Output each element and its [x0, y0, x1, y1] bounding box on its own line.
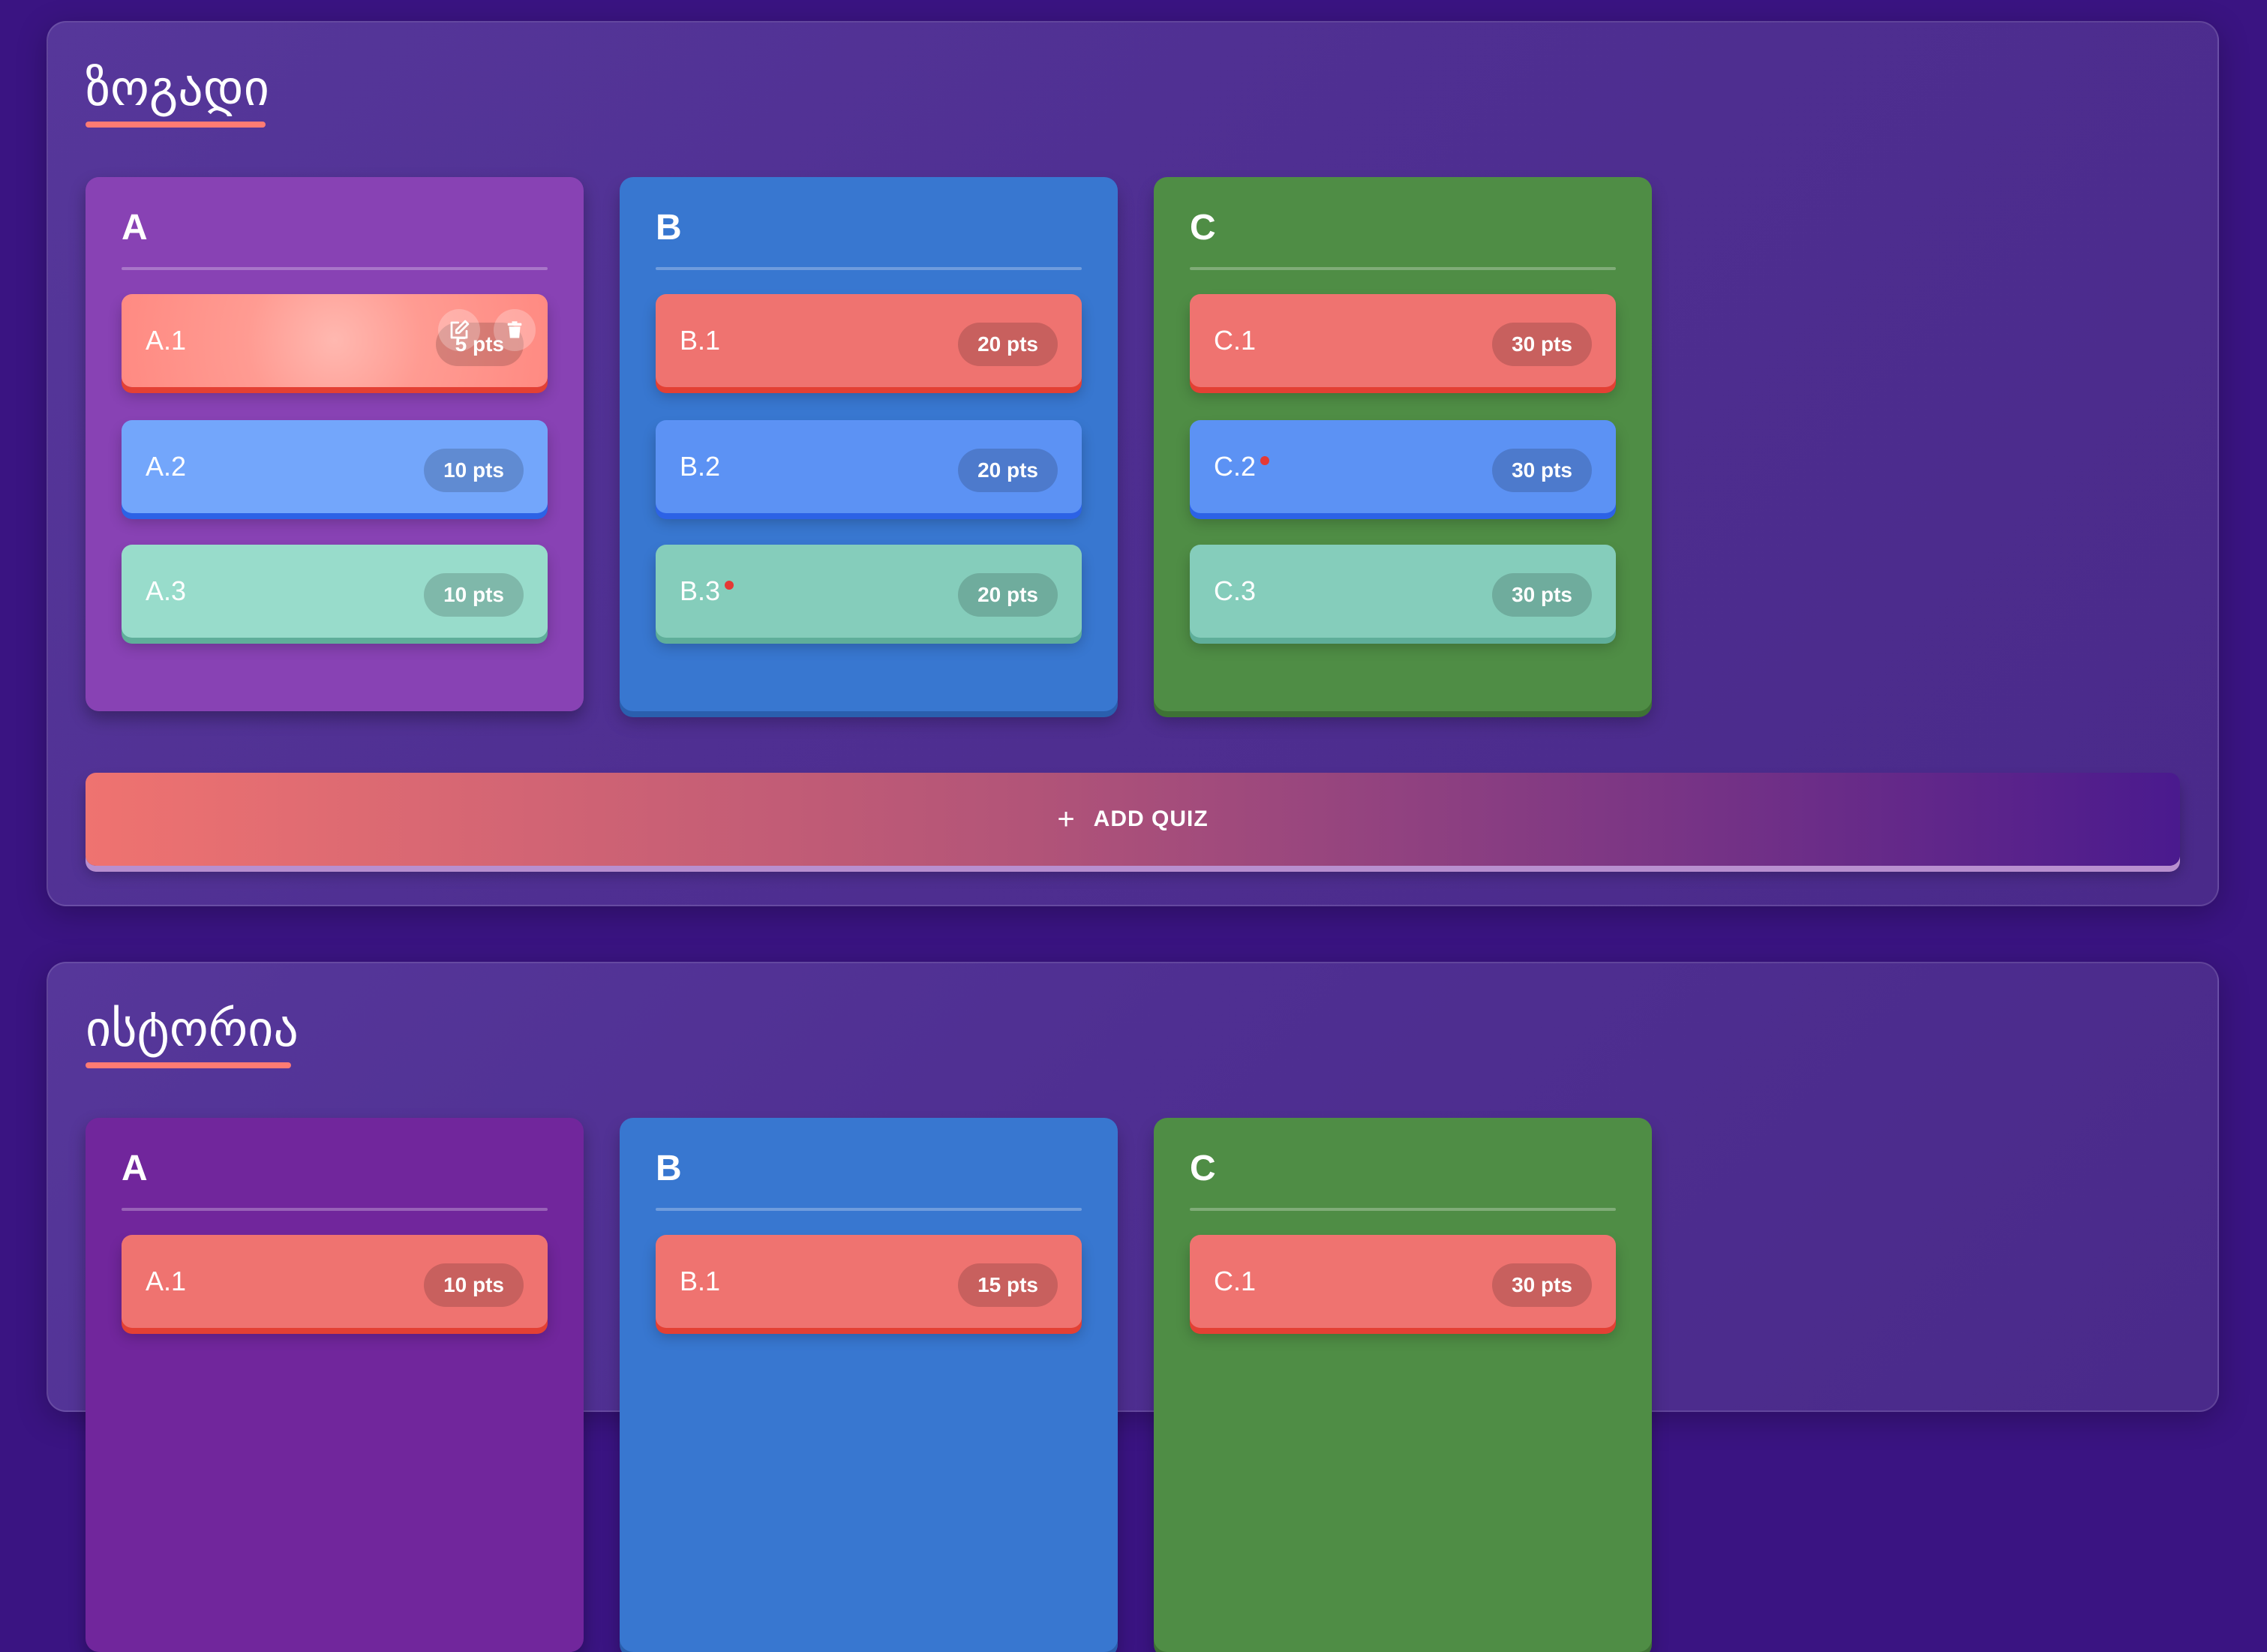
quiz-label: A.1	[146, 1266, 187, 1296]
column-title: A	[122, 1149, 148, 1188]
delete-button[interactable]	[494, 309, 536, 351]
quiz-card[interactable]: B.2 20 pts	[656, 420, 1082, 513]
quiz-label: C.2	[1214, 451, 1257, 482]
trash-icon	[507, 321, 522, 338]
section-title: ზოგადი	[86, 59, 269, 117]
quiz-label: A.3	[146, 575, 187, 606]
quiz-label: C.3	[1214, 575, 1257, 606]
column-title: C	[1190, 208, 1216, 248]
quiz-label-wrap: B.3	[680, 545, 734, 638]
quiz-label: C.1	[1214, 1266, 1257, 1296]
column-divider	[656, 267, 1082, 270]
quiz-card[interactable]: B.1 15 pts	[656, 1235, 1082, 1328]
column-divider	[1190, 1208, 1616, 1211]
column-b: B B.1 15 pts	[620, 1118, 1118, 1652]
column-title: C	[1190, 1149, 1216, 1188]
column-title: A	[122, 208, 148, 248]
column-c: C C.1 30 pts	[1154, 1118, 1652, 1652]
plus-icon: +	[1057, 802, 1076, 836]
points-badge: 15 pts	[958, 1263, 1058, 1307]
column-c: C C.1 30 pts C.2 30 pts C.3 30 pts	[1154, 177, 1652, 711]
category-section-general: ზოგადი A A.1 5 pts A.2 10 pts A.3 10 pts	[47, 21, 2219, 906]
card-actions	[438, 309, 536, 351]
section-title-underline	[86, 122, 266, 128]
points-badge: 30 pts	[1492, 573, 1592, 617]
quiz-card[interactable]: C.1 30 pts	[1190, 294, 1616, 387]
column-divider	[122, 1208, 548, 1211]
quiz-label: A.1	[146, 325, 187, 356]
add-quiz-button[interactable]: + ADD QUIZ	[86, 773, 2180, 866]
quiz-card[interactable]: A.1 10 pts	[122, 1235, 548, 1328]
points-badge: 30 pts	[1492, 449, 1592, 492]
category-section-history: ისტორია A A.1 10 pts B B.1 15 pts C C.1 …	[47, 962, 2219, 1652]
edit-icon	[450, 320, 470, 339]
column-divider	[656, 1208, 1082, 1211]
column-title: B	[656, 1149, 682, 1188]
quiz-label-wrap: C.2	[1214, 420, 1270, 513]
quiz-label: A.2	[146, 451, 187, 482]
section-title-underline	[86, 1062, 291, 1068]
edit-button[interactable]	[438, 309, 480, 351]
quiz-label: B.2	[680, 451, 721, 482]
required-indicator	[725, 581, 734, 590]
add-quiz-label: ADD QUIZ	[1093, 806, 1209, 831]
quiz-card[interactable]: B.1 20 pts	[656, 294, 1082, 387]
points-badge: 10 pts	[424, 1263, 524, 1307]
points-badge: 20 pts	[958, 573, 1058, 617]
column-divider	[1190, 267, 1616, 270]
required-indicator	[1260, 456, 1270, 465]
quiz-card[interactable]: C.1 30 pts	[1190, 1235, 1616, 1328]
quiz-card[interactable]: A.1 5 pts	[122, 294, 548, 387]
quiz-card[interactable]: A.2 10 pts	[122, 420, 548, 513]
points-badge: 20 pts	[958, 323, 1058, 366]
points-badge: 10 pts	[424, 449, 524, 492]
points-badge: 10 pts	[424, 573, 524, 617]
column-b: B B.1 20 pts B.2 20 pts B.3 20 pts	[620, 177, 1118, 711]
column-a: A A.1 10 pts	[86, 1118, 584, 1652]
quiz-card[interactable]: C.3 30 pts	[1190, 545, 1616, 638]
column-title: B	[656, 208, 682, 248]
quiz-card[interactable]: B.3 20 pts	[656, 545, 1082, 638]
section-title: ისტორია	[86, 1000, 299, 1058]
points-badge: 30 pts	[1492, 323, 1592, 366]
points-badge: 20 pts	[958, 449, 1058, 492]
points-badge: 30 pts	[1492, 1263, 1592, 1307]
quiz-label: B.1	[680, 325, 721, 356]
quiz-label: B.3	[680, 575, 721, 606]
quiz-card[interactable]: C.2 30 pts	[1190, 420, 1616, 513]
column-divider	[122, 267, 548, 270]
quiz-card[interactable]: A.3 10 pts	[122, 545, 548, 638]
column-a: A A.1 5 pts A.2 10 pts A.3 10 pts	[86, 177, 584, 711]
quiz-label: C.1	[1214, 325, 1257, 356]
quiz-label: B.1	[680, 1266, 721, 1296]
